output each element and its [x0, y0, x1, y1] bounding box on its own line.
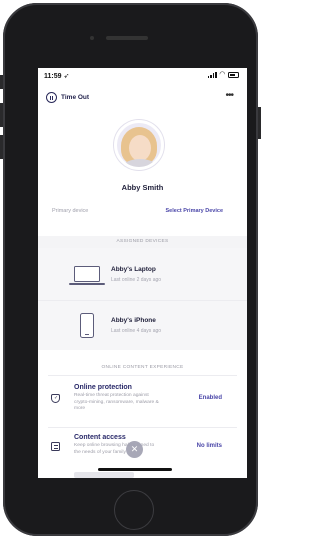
- more-options-button[interactable]: •••: [225, 90, 233, 101]
- setting-value[interactable]: Enabled: [199, 395, 222, 401]
- volume-down-button: [0, 135, 3, 159]
- shield-check-icon: ✓: [51, 394, 60, 403]
- app-screen: 11:59 ➶ ◠ Time Out ••• Abby Smith Primar…: [38, 68, 247, 478]
- status-icons: ◠: [207, 71, 239, 78]
- time-out-button[interactable]: Time Out: [46, 92, 89, 103]
- assigned-devices-header: ASSIGNED DEVICES: [38, 236, 247, 248]
- phone-icon: [80, 313, 94, 338]
- pause-icon: [46, 92, 57, 103]
- mute-switch: [0, 75, 3, 89]
- device-row-iphone[interactable]: Abby's iPhone Last online 4 days ago: [38, 301, 247, 351]
- volume-up-button: [0, 103, 3, 127]
- profile-name: Abby Smith: [121, 183, 164, 192]
- online-content-header: ONLINE CONTENT EXPERIENCE: [38, 362, 247, 374]
- select-primary-device-link[interactable]: Select Primary Device: [166, 208, 223, 214]
- setting-description: Real-time threat protection against cryp…: [74, 393, 159, 412]
- power-button: [258, 107, 261, 139]
- primary-device-label: Primary device: [52, 208, 89, 214]
- content-filter-icon: [51, 442, 60, 451]
- status-bar: 11:59 ➶ ◠: [38, 68, 247, 84]
- home-indicator: [98, 468, 172, 471]
- status-time: 11:59 ➶: [44, 73, 70, 80]
- time-out-label: Time Out: [61, 94, 90, 101]
- device-status: Last online 4 days ago: [111, 328, 162, 334]
- online-protection-row[interactable]: ✓ Online protection Real-time threat pro…: [38, 381, 247, 427]
- close-icon[interactable]: ✕: [126, 441, 143, 458]
- primary-device-row: Primary device Select Primary Device: [38, 208, 247, 220]
- wifi-icon: ◠: [219, 71, 225, 78]
- section-divider: [48, 375, 237, 376]
- device-row-laptop[interactable]: Abby's Laptop Last online 2 days ago: [38, 250, 247, 300]
- setting-title: Content access: [74, 434, 126, 441]
- setting-description: Keep online browsing habits tuned to the…: [74, 443, 155, 455]
- home-button[interactable]: [114, 490, 154, 530]
- device-status: Last online 2 days ago: [111, 277, 162, 283]
- battery-icon: [228, 71, 239, 78]
- device-name: Abby's iPhone: [111, 317, 156, 324]
- next-setting-row: [74, 472, 134, 478]
- setting-divider: [48, 427, 237, 428]
- device-name: Abby's Laptop: [111, 266, 156, 273]
- front-camera: [90, 36, 94, 40]
- setting-title: Online protection: [74, 384, 132, 391]
- avatar[interactable]: [114, 120, 164, 170]
- top-bar: Time Out •••: [38, 90, 247, 108]
- earpiece-speaker: [106, 36, 148, 40]
- setting-value[interactable]: No limits: [197, 443, 222, 449]
- signal-icon: [207, 71, 217, 78]
